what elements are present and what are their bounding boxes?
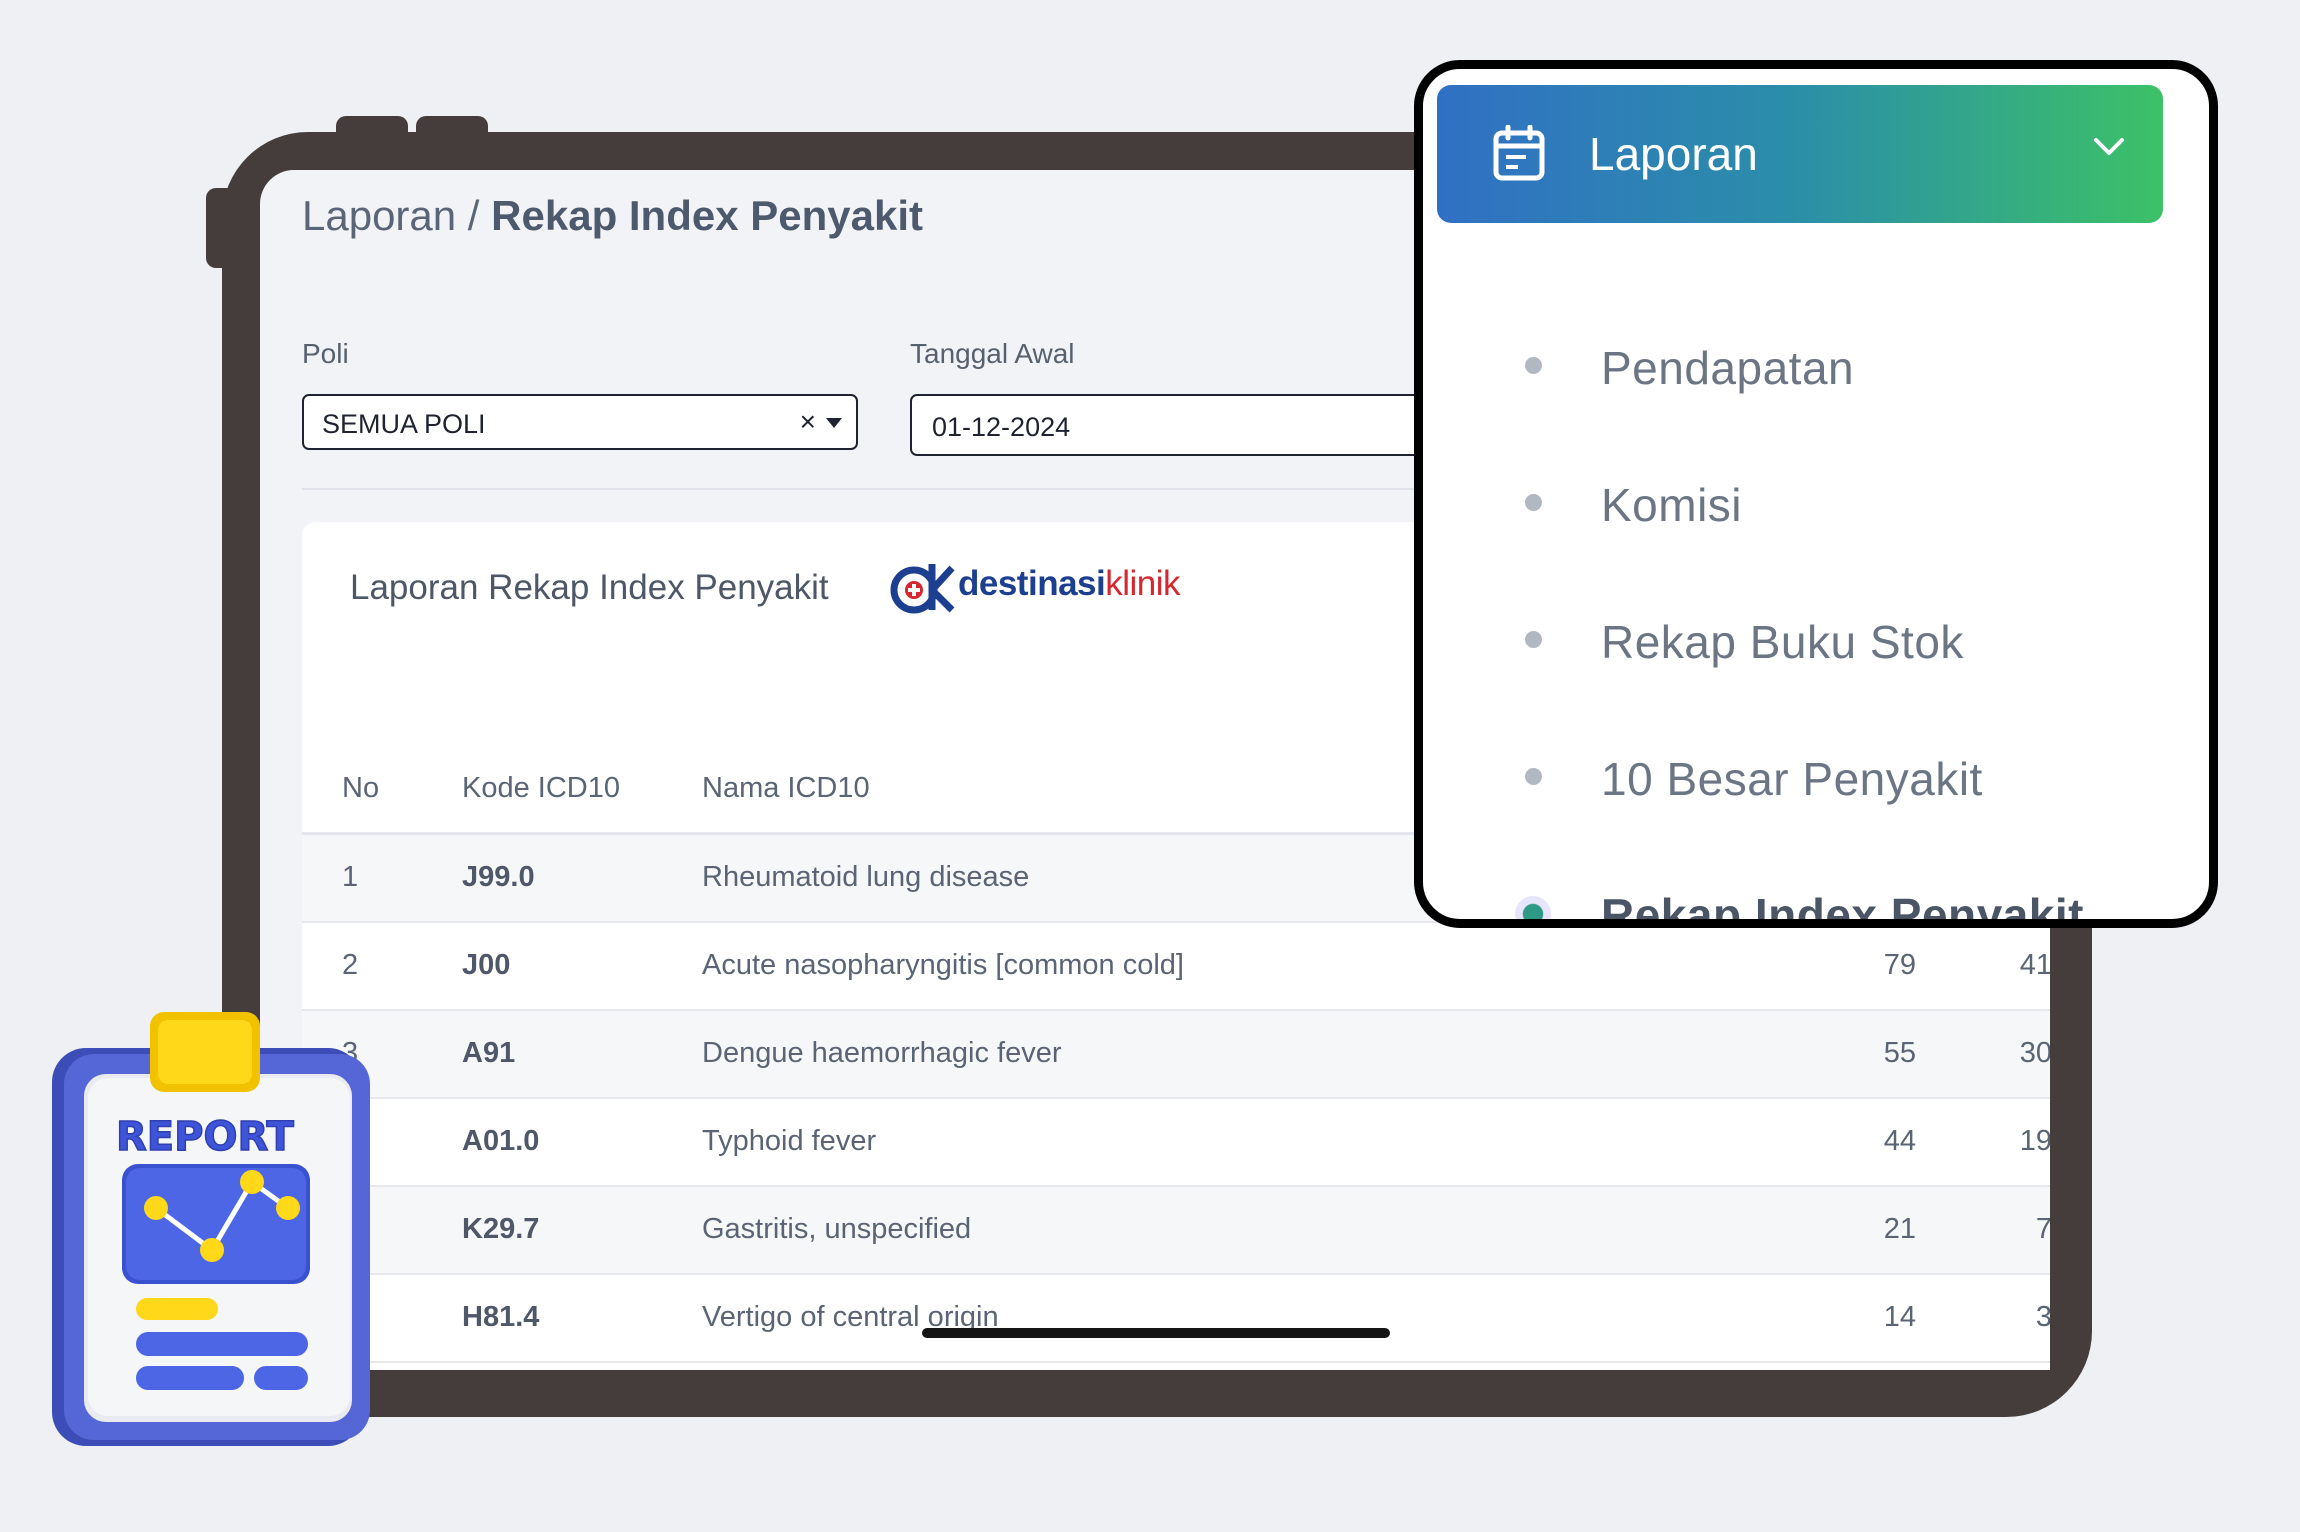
cell-count-a: 21 (1883, 1213, 1916, 1245)
menu-item-rekap-buku-stok[interactable]: Rekap Buku Stok (1423, 589, 2209, 689)
cell-count-b: 30 (2019, 1037, 2050, 1069)
brand-name: destinasiklinik (958, 564, 1181, 604)
menu-item-label: Komisi (1601, 479, 1743, 531)
cell-count-b: 41 (2019, 949, 2050, 981)
home-indicator (922, 1328, 1390, 1338)
report-title: Laporan Rekap Index Penyakit (350, 568, 829, 607)
breadcrumb: Laporan / Rekap Index Penyakit (302, 192, 923, 240)
cell-name: Dengue haemorrhagic fever (702, 1037, 1062, 1069)
cell-count-a: 14 (1883, 1301, 1916, 1333)
cell-count-b: 7 (2035, 1213, 2050, 1245)
cell-code: H81.4 (462, 1301, 540, 1333)
table-row[interactable]: 3 A91 Dengue haemorrhagic fever 55 30 (302, 1011, 2050, 1099)
clear-icon[interactable]: × (800, 406, 816, 438)
bullet-icon (1525, 768, 1542, 785)
chevron-down-icon[interactable] (2093, 137, 2125, 157)
menu-item-rekap-index-penyakit[interactable]: Rekap Index Penyakit (1423, 862, 2209, 928)
bullet-icon (1525, 631, 1542, 648)
start-date-value: 01-12-2024 (932, 412, 1071, 442)
cell-no: 1 (342, 861, 359, 893)
cell-name: Rheumatoid lung disease (702, 861, 1030, 893)
cell-count-b: 3 (2035, 1301, 2050, 1333)
poli-label: Poli (302, 338, 349, 369)
col-header-code[interactable]: Kode ICD10 (462, 772, 620, 805)
cell-name: Acute nasopharyngitis [common cold] (702, 949, 1184, 981)
col-header-name[interactable]: Nama ICD10 (702, 772, 870, 805)
cell-code: J00 (462, 949, 511, 981)
menu-item-komisi[interactable]: Komisi (1423, 452, 2209, 552)
table-row[interactable]: 4 A01.0 Typhoid fever 44 19 (302, 1099, 2050, 1187)
cell-count-a: 79 (1883, 949, 1916, 981)
menu-item-label: Rekap Index Penyakit (1601, 889, 2084, 928)
table-row[interactable]: 2 J00 Acute nasopharyngitis [common cold… (302, 923, 2050, 1011)
poli-select[interactable]: SEMUA POLI × (302, 394, 858, 450)
report-label: REPORT (116, 1114, 294, 1160)
brand-name-main: destinasi (958, 564, 1106, 603)
cell-no: 2 (342, 949, 359, 981)
cell-count-a: 55 (1883, 1037, 1916, 1069)
start-date-label: Tanggal Awal (910, 338, 1075, 369)
menu-group-laporan[interactable]: Laporan (1437, 85, 2163, 223)
cell-code: A91 (462, 1037, 516, 1069)
calendar-icon (1493, 125, 1545, 181)
brand-logo: destinasiklinik (890, 560, 1181, 614)
cell-count-b: 19 (2019, 1125, 2050, 1157)
cell-count-a: 44 (1883, 1125, 1916, 1157)
cell-name: Gastritis, unspecified (702, 1213, 972, 1245)
report-clipboard-icon: REPORT (52, 1012, 370, 1446)
start-date-field[interactable]: 01-12-2024 (910, 394, 1430, 456)
active-bullet-icon (1515, 896, 1551, 919)
caret-down-icon[interactable] (826, 418, 842, 428)
table-row[interactable]: 6 H81.4 Vertigo of central origin 14 3 (302, 1275, 2050, 1363)
breadcrumb-parent[interactable]: Laporan / (302, 192, 479, 239)
table-row[interactable]: 5 K29.7 Gastritis, unspecified 21 7 (302, 1187, 2050, 1275)
bullet-icon (1525, 494, 1542, 511)
col-header-no[interactable]: No (342, 772, 379, 805)
menu-item-label: Rekap Buku Stok (1601, 616, 1964, 668)
menu-item-pendapatan[interactable]: Pendapatan (1423, 315, 2209, 415)
menu-item-10-besar-penyakit[interactable]: 10 Besar Penyakit (1423, 726, 2209, 826)
cell-code: J99.0 (462, 861, 535, 893)
brand-mark-icon (890, 564, 955, 614)
menu-group-title: Laporan (1589, 128, 1758, 180)
cell-code: A01.0 (462, 1125, 540, 1157)
cell-code: K29.7 (462, 1213, 540, 1245)
menu-item-label: Pendapatan (1601, 342, 1855, 394)
cell-name: Typhoid fever (702, 1125, 877, 1157)
bullet-icon (1525, 357, 1542, 374)
menu-item-label: 10 Besar Penyakit (1601, 753, 1983, 805)
page-title: Rekap Index Penyakit (491, 192, 924, 239)
report-menu-popup: Laporan Pendapatan Komisi Rekap Buku Sto… (1414, 60, 2218, 928)
brand-name-accent: klinik (1105, 564, 1181, 603)
poli-select-value: SEMUA POLI (322, 409, 486, 439)
